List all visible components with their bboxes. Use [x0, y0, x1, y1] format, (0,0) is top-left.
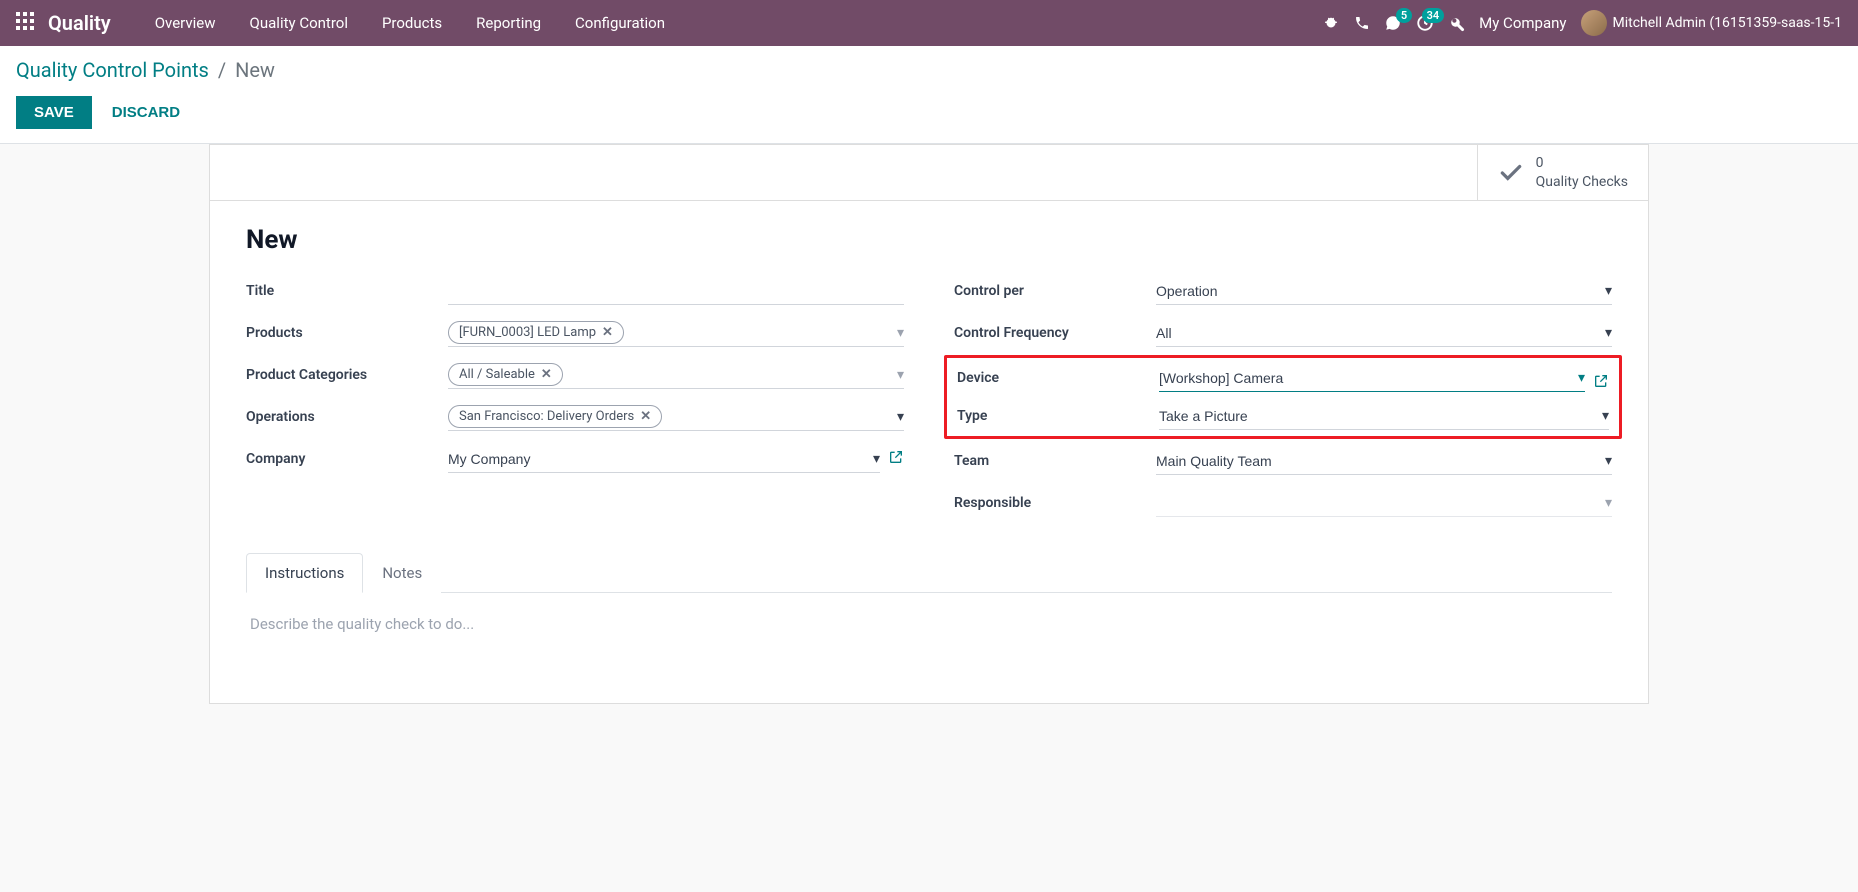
caret-down-icon[interactable]: ▾ — [891, 325, 904, 341]
discard-button[interactable]: DISCARD — [98, 96, 194, 129]
team-input[interactable] — [1156, 453, 1599, 469]
external-link-icon[interactable] — [888, 449, 904, 469]
field-team[interactable]: ▾ — [1156, 447, 1612, 475]
menu-products[interactable]: Products — [368, 6, 456, 40]
instructions-placeholder: Describe the quality check to do... — [250, 615, 474, 633]
stat-count: 0 — [1536, 154, 1628, 172]
caret-down-icon[interactable]: ▾ — [867, 451, 880, 467]
tab-instructions[interactable]: Instructions — [246, 553, 363, 593]
phone-icon[interactable] — [1354, 15, 1370, 31]
quality-checks-stat[interactable]: 0 Quality Checks — [1477, 145, 1648, 200]
field-control-per[interactable]: ▾ — [1156, 277, 1612, 305]
title-input[interactable] — [448, 283, 904, 299]
caret-down-icon[interactable]: ▾ — [1599, 495, 1612, 511]
form-sheet: 0 Quality Checks New Title Produc — [209, 144, 1649, 704]
highlight-box: Device ▾ Type — [944, 355, 1622, 439]
label-company: Company — [246, 451, 436, 467]
breadcrumb-sep: / — [218, 58, 226, 82]
avatar — [1581, 10, 1607, 36]
save-button[interactable]: SAVE — [16, 96, 92, 129]
messages-badge: 5 — [1396, 8, 1412, 23]
button-box: 0 Quality Checks — [210, 145, 1648, 201]
messages-icon[interactable]: 5 — [1384, 14, 1402, 32]
product-tag[interactable]: [FURN_0003] LED Lamp ✕ — [448, 321, 624, 344]
category-tag[interactable]: All / Saleable ✕ — [448, 363, 563, 386]
label-type: Type — [957, 408, 1147, 424]
label-team: Team — [954, 453, 1144, 469]
field-control-freq[interactable]: ▾ — [1156, 319, 1612, 347]
control-freq-input[interactable] — [1156, 325, 1599, 341]
bug-icon[interactable] — [1322, 14, 1340, 32]
breadcrumb-current: New — [235, 58, 275, 82]
responsible-input[interactable] — [1156, 495, 1599, 511]
label-products: Products — [246, 325, 436, 341]
breadcrumb: Quality Control Points / New — [16, 58, 1842, 82]
label-control-per: Control per — [954, 283, 1144, 299]
remove-product-icon[interactable]: ✕ — [602, 325, 613, 340]
stat-label: Quality Checks — [1536, 173, 1628, 191]
breadcrumb-root[interactable]: Quality Control Points — [16, 58, 209, 82]
label-categories: Product Categories — [246, 367, 436, 383]
user-menu[interactable]: Mitchell Admin (16151359-saas-15-1 — [1581, 10, 1843, 36]
tools-icon[interactable] — [1448, 15, 1465, 32]
activities-icon[interactable]: 34 — [1416, 14, 1434, 32]
caret-down-icon[interactable]: ▾ — [1599, 283, 1612, 299]
label-responsible: Responsible — [954, 495, 1144, 511]
right-column: Control per ▾ Control Frequency ▾ — [954, 277, 1612, 517]
field-responsible[interactable]: ▾ — [1156, 489, 1612, 517]
caret-down-icon[interactable]: ▾ — [1596, 408, 1609, 424]
menu-quality-control[interactable]: Quality Control — [236, 6, 362, 40]
nav-right: 5 34 My Company Mitchell Admin (16151359… — [1322, 10, 1842, 36]
label-operations: Operations — [246, 409, 436, 425]
nav-menu: Overview Quality Control Products Report… — [141, 6, 1322, 40]
company-input[interactable] — [448, 451, 867, 467]
external-link-icon[interactable] — [1593, 373, 1609, 393]
caret-down-icon[interactable]: ▾ — [1599, 453, 1612, 469]
remove-category-icon[interactable]: ✕ — [541, 367, 552, 382]
field-categories[interactable]: All / Saleable ✕ ▾ — [448, 361, 904, 389]
label-device: Device — [957, 370, 1147, 386]
field-type[interactable]: ▾ — [1159, 402, 1609, 430]
app-title[interactable]: Quality — [48, 11, 111, 35]
operation-tag[interactable]: San Francisco: Delivery Orders ✕ — [448, 405, 662, 428]
label-control-freq: Control Frequency — [954, 325, 1144, 341]
menu-configuration[interactable]: Configuration — [561, 6, 679, 40]
field-company[interactable]: ▾ — [448, 445, 880, 473]
caret-down-icon[interactable]: ▾ — [1572, 370, 1585, 386]
main-navbar: Quality Overview Quality Control Product… — [0, 0, 1858, 46]
menu-reporting[interactable]: Reporting — [462, 6, 555, 40]
field-products[interactable]: [FURN_0003] LED Lamp ✕ ▾ — [448, 319, 904, 347]
user-name: Mitchell Admin (16151359-saas-15-1 — [1613, 15, 1843, 31]
control-per-input[interactable] — [1156, 283, 1599, 299]
company-switcher[interactable]: My Company — [1479, 14, 1566, 32]
apps-icon[interactable] — [16, 12, 34, 34]
notebook: Instructions Notes Describe the quality … — [246, 553, 1612, 693]
label-title: Title — [246, 283, 436, 299]
field-device[interactable]: ▾ — [1159, 364, 1585, 392]
activities-badge: 34 — [1422, 8, 1445, 23]
field-operations[interactable]: San Francisco: Delivery Orders ✕ ▾ — [448, 403, 904, 431]
device-input[interactable] — [1159, 370, 1572, 386]
instructions-content[interactable]: Describe the quality check to do... — [246, 593, 1612, 693]
tab-notes[interactable]: Notes — [363, 553, 441, 593]
field-title[interactable] — [448, 277, 904, 305]
caret-down-icon[interactable]: ▾ — [891, 367, 904, 383]
type-input[interactable] — [1159, 408, 1596, 424]
record-title: New — [246, 225, 1612, 255]
menu-overview[interactable]: Overview — [141, 6, 230, 40]
caret-down-icon[interactable]: ▾ — [1599, 325, 1612, 341]
control-panel: Quality Control Points / New SAVE DISCAR… — [0, 46, 1858, 144]
caret-down-icon[interactable]: ▾ — [891, 409, 904, 425]
left-column: Title Products [FURN_0003] LED Lamp ✕ — [246, 277, 904, 517]
remove-operation-icon[interactable]: ✕ — [640, 409, 651, 424]
